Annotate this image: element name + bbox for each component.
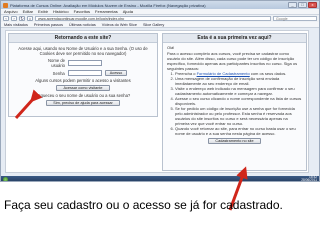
- forward-arrow-icon[interactable]: ›: [11, 16, 17, 21]
- menu-historico[interactable]: Histórico: [53, 9, 69, 14]
- back-arrow-icon[interactable]: ‹: [3, 16, 9, 21]
- guest-button-row: Acessar como visitante: [9, 85, 157, 91]
- greeting-text: Olá!: [167, 45, 175, 50]
- login-intro-text: Acesse aqui, usando seu Nome de Usuário …: [18, 46, 148, 56]
- window-controls: _ □ x: [288, 2, 317, 8]
- forgot-password-button[interactable]: Sim, preciso de ajuda para acessar: [46, 100, 120, 106]
- step-item: Visite o endereço web indicado na mensag…: [175, 86, 302, 96]
- step-lead: Quando você retornar ao site, para entra…: [175, 126, 296, 136]
- username-label: Nome de usuário: [48, 58, 65, 68]
- guest-login-button[interactable]: Acessar como visitante: [56, 85, 110, 91]
- taskbar: 15:42 28/06/2011: [1, 175, 319, 182]
- bookmark-primeiros-passos[interactable]: Primeiros passos: [34, 23, 63, 27]
- signup-panel: Esta é a sua primeira vez aqui? Olá! Par…: [162, 33, 307, 171]
- close-button[interactable]: x: [308, 2, 317, 8]
- username-input[interactable]: [68, 60, 102, 66]
- menu-ajuda[interactable]: Ajuda: [123, 9, 133, 14]
- signup-button-row: Cadastramento no site: [163, 138, 306, 144]
- login-button[interactable]: Acesso: [104, 70, 128, 76]
- bookmark-mais-visitados[interactable]: Mais visitados: [4, 23, 28, 27]
- signup-panel-title: Esta é a sua primeira vez aqui?: [163, 34, 306, 43]
- guest-text: Alguns cursos podem permitir o acesso a …: [35, 78, 131, 83]
- login-panel-title: Retornando a este site?: [9, 34, 157, 43]
- signup-steps-list: Preencha o Formulário de Cadastramento c…: [163, 71, 306, 136]
- step-item: Uma mensagem de confirmação de inscrição…: [175, 76, 302, 86]
- password-row: Senha Acesso: [9, 70, 157, 76]
- step-lead: Acesse o seu curso clicando o nome corre…: [175, 96, 302, 106]
- step-item: Se for pedido um código de inscrição use…: [175, 106, 302, 126]
- bookmark-ultimas-noticias[interactable]: Últimas notícias: [69, 23, 96, 27]
- firefox-icon: [3, 2, 8, 8]
- password-input[interactable]: [67, 70, 102, 76]
- username-row: Nome de usuário: [9, 58, 157, 68]
- search-input[interactable]: Google: [273, 16, 317, 21]
- step-item: Acesse o seu curso clicando o nome corre…: [175, 96, 302, 106]
- clock-date: 28/06/2011: [301, 178, 317, 182]
- menu-arquivo[interactable]: Arquivo: [4, 9, 18, 14]
- login-panel: Retornando a este site? Acesse aqui, usa…: [8, 33, 158, 117]
- menu-editar[interactable]: Editar: [23, 9, 33, 14]
- title-bar: Plataforma de Cursos Online: Avaliação e…: [1, 1, 319, 9]
- start-button-icon[interactable]: [3, 176, 8, 181]
- bookmarks-bar: Mais visitados Primeiros passos Últimas …: [1, 22, 319, 28]
- password-label: Senha: [52, 70, 65, 76]
- step-lead: Se for pedido um código de inscrição use…: [175, 106, 295, 126]
- bookmark-web-slice[interactable]: Vídeos do Web Slice: [102, 23, 137, 27]
- forgot-button-row: Sim, preciso de ajuda para acessar: [9, 100, 157, 106]
- step-item: Quando você retornar ao site, para entra…: [175, 126, 302, 136]
- menu-ferramentas[interactable]: Ferramentas: [95, 9, 118, 14]
- reload-icon[interactable]: ↻: [19, 16, 25, 21]
- navigation-bar: ‹ › ↻ ⌂ www.aprendacontinuar.moodle.com.…: [1, 15, 319, 22]
- signup-intro-text: Para o acesso completo aos cursos, você …: [167, 51, 298, 71]
- address-bar[interactable]: www.aprendacontinuar.moodle.com.br/login…: [35, 16, 271, 21]
- menu-favoritos[interactable]: Favoritos: [74, 9, 90, 14]
- menu-exibir[interactable]: Exibir: [38, 9, 48, 14]
- step-lead: Visite o endereço web indicado na mensag…: [175, 86, 295, 96]
- slide-caption: Faça seu cadastro ou o acesso se já for …: [4, 198, 283, 212]
- step-lead: Uma mensagem de confirmação de inscrição…: [175, 76, 280, 86]
- page-content: Retornando a este site? Acesse aqui, usa…: [5, 30, 309, 173]
- bookmark-slice-gallery[interactable]: Slice Gallery: [143, 23, 164, 27]
- window-title: Plataforma de Cursos Online: Avaliação e…: [10, 2, 206, 8]
- maximize-button[interactable]: □: [298, 2, 307, 8]
- forgot-text: Esqueceu o seu nome de usuário ou a sua …: [35, 93, 131, 98]
- minimize-button[interactable]: _: [288, 2, 297, 8]
- system-clock: 15:42 28/06/2011: [301, 175, 317, 182]
- home-icon[interactable]: ⌂: [27, 16, 33, 21]
- signup-button[interactable]: Cadastramento no site: [208, 138, 261, 144]
- browser-window: Plataforma de Cursos Online: Avaliação e…: [0, 0, 320, 182]
